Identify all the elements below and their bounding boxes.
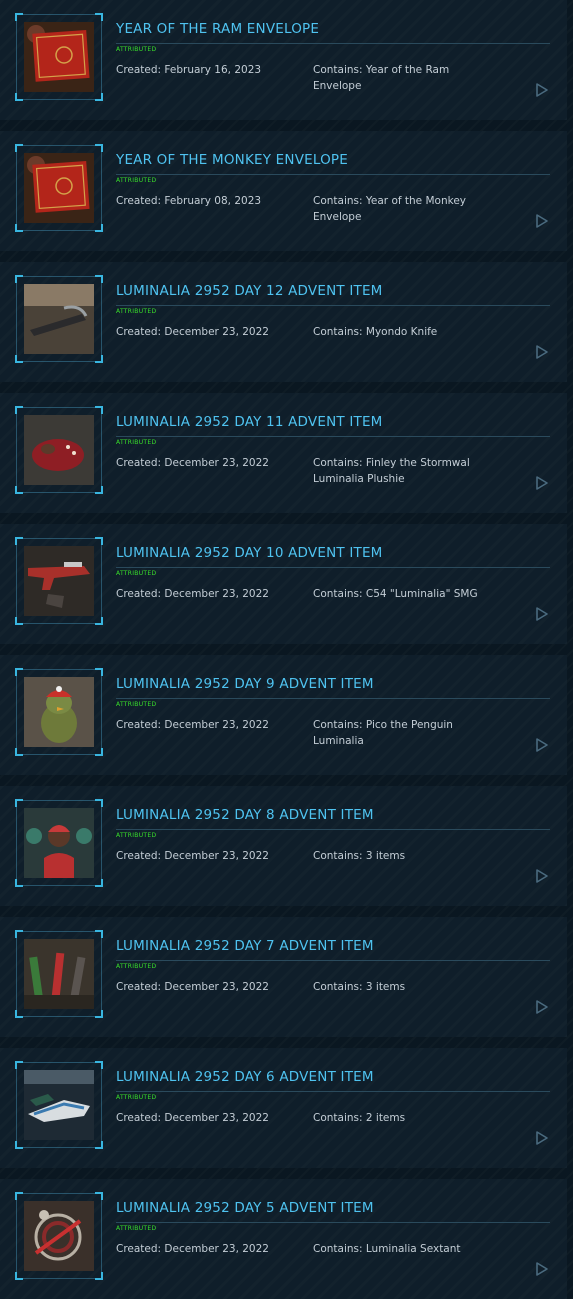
attributed-badge: ATTRIBUTED bbox=[116, 832, 157, 839]
item-thumbnail-frame[interactable] bbox=[15, 13, 103, 101]
created-date: Created: December 23, 2022 bbox=[116, 1112, 269, 1124]
red-envelope-thumbnail bbox=[24, 22, 94, 92]
title-divider bbox=[116, 1091, 550, 1092]
item-thumbnail-frame[interactable] bbox=[15, 144, 103, 232]
title-divider bbox=[116, 567, 550, 568]
item-title[interactable]: LUMINALIA 2952 DAY 5 ADVENT ITEM bbox=[116, 1200, 374, 1216]
contains-text: Contains: Finley the Stormwal Luminalia … bbox=[313, 457, 470, 485]
contains-text: Contains: Pico the Penguin Luminalia bbox=[313, 719, 453, 747]
title-divider bbox=[116, 698, 550, 699]
attributed-badge: ATTRIBUTED bbox=[116, 439, 157, 446]
smg-thumbnail bbox=[24, 546, 94, 616]
contains-text: Contains: 3 items bbox=[313, 981, 406, 993]
item-title[interactable]: LUMINALIA 2952 DAY 10 ADVENT ITEM bbox=[116, 545, 383, 561]
knife-thumbnail bbox=[24, 284, 94, 354]
created-date: Created: December 23, 2022 bbox=[116, 457, 269, 469]
title-divider bbox=[116, 305, 550, 306]
contains-text: Contains: Year of the Monkey Envelope bbox=[313, 195, 466, 223]
title-divider bbox=[116, 829, 550, 830]
contains-text: Contains: Myondo Knife bbox=[313, 326, 438, 338]
ship-thumbnail bbox=[24, 1070, 94, 1140]
attributed-badge: ATTRIBUTED bbox=[116, 1094, 157, 1101]
list-item[interactable]: LUMINALIA 2952 DAY 9 ADVENT ITEM ATTRIBU… bbox=[0, 655, 567, 775]
item-thumbnail-frame[interactable] bbox=[15, 537, 103, 625]
penguin-thumbnail bbox=[24, 677, 94, 747]
item-thumbnail-frame[interactable] bbox=[15, 799, 103, 887]
created-date: Created: December 23, 2022 bbox=[116, 719, 269, 731]
item-thumbnail-frame[interactable] bbox=[15, 930, 103, 1018]
created-date: Created: December 23, 2022 bbox=[116, 588, 269, 600]
attributed-badge: ATTRIBUTED bbox=[116, 963, 157, 970]
item-title[interactable]: LUMINALIA 2952 DAY 11 ADVENT ITEM bbox=[116, 414, 383, 430]
item-title[interactable]: LUMINALIA 2952 DAY 7 ADVENT ITEM bbox=[116, 938, 374, 954]
people-thumbnail bbox=[24, 808, 94, 878]
title-divider bbox=[116, 43, 550, 44]
play-triangle-icon[interactable] bbox=[535, 738, 549, 752]
list-item[interactable]: LUMINALIA 2952 DAY 7 ADVENT ITEM ATTRIBU… bbox=[0, 917, 567, 1037]
play-triangle-icon[interactable] bbox=[535, 1000, 549, 1014]
list-item[interactable]: LUMINALIA 2952 DAY 10 ADVENT ITEM ATTRIB… bbox=[0, 524, 567, 644]
item-title[interactable]: LUMINALIA 2952 DAY 9 ADVENT ITEM bbox=[116, 676, 374, 692]
attributed-badge: ATTRIBUTED bbox=[116, 177, 157, 184]
attributed-badge: ATTRIBUTED bbox=[116, 1225, 157, 1232]
created-date: Created: February 16, 2023 bbox=[116, 64, 262, 76]
list-item[interactable]: YEAR OF THE RAM ENVELOPE ATTRIBUTED Crea… bbox=[0, 0, 567, 120]
play-triangle-icon[interactable] bbox=[535, 1131, 549, 1145]
contains-text: Contains: 3 items bbox=[313, 850, 406, 862]
play-triangle-icon[interactable] bbox=[535, 83, 549, 97]
title-divider bbox=[116, 960, 550, 961]
contains-text: Contains: Year of the Ram Envelope bbox=[313, 64, 450, 92]
title-divider bbox=[116, 436, 550, 437]
list-item[interactable]: LUMINALIA 2952 DAY 8 ADVENT ITEM ATTRIBU… bbox=[0, 786, 567, 906]
attributed-badge: ATTRIBUTED bbox=[116, 570, 157, 577]
item-thumbnail-frame[interactable] bbox=[15, 275, 103, 363]
play-triangle-icon[interactable] bbox=[535, 869, 549, 883]
list-item[interactable]: LUMINALIA 2952 DAY 5 ADVENT ITEM ATTRIBU… bbox=[0, 1179, 567, 1299]
created-date: Created: December 23, 2022 bbox=[116, 1243, 269, 1255]
list-item[interactable]: LUMINALIA 2952 DAY 6 ADVENT ITEM ATTRIBU… bbox=[0, 1048, 567, 1168]
attributed-badge: ATTRIBUTED bbox=[116, 46, 157, 53]
created-date: Created: February 08, 2023 bbox=[116, 195, 262, 207]
contains-text: Contains: Luminalia Sextant bbox=[313, 1243, 461, 1255]
contains-text: Contains: C54 "Luminalia" SMG bbox=[313, 588, 478, 600]
created-date: Created: December 23, 2022 bbox=[116, 326, 269, 338]
list-item[interactable]: LUMINALIA 2952 DAY 12 ADVENT ITEM ATTRIB… bbox=[0, 262, 567, 382]
created-date: Created: December 23, 2022 bbox=[116, 850, 269, 862]
list-item[interactable]: YEAR OF THE MONKEY ENVELOPE ATTRIBUTED C… bbox=[0, 131, 567, 251]
play-triangle-icon[interactable] bbox=[535, 345, 549, 359]
play-triangle-icon[interactable] bbox=[535, 476, 549, 490]
attributed-badge: ATTRIBUTED bbox=[116, 701, 157, 708]
item-title[interactable]: YEAR OF THE RAM ENVELOPE bbox=[116, 21, 319, 37]
list-item[interactable]: LUMINALIA 2952 DAY 11 ADVENT ITEM ATTRIB… bbox=[0, 393, 567, 513]
contains-text: Contains: 2 items bbox=[313, 1112, 406, 1124]
red-envelope-thumbnail bbox=[24, 153, 94, 223]
play-triangle-icon[interactable] bbox=[535, 214, 549, 228]
item-title[interactable]: LUMINALIA 2952 DAY 6 ADVENT ITEM bbox=[116, 1069, 374, 1085]
item-thumbnail-frame[interactable] bbox=[15, 1192, 103, 1280]
attributed-badge: ATTRIBUTED bbox=[116, 308, 157, 315]
created-date: Created: December 23, 2022 bbox=[116, 981, 269, 993]
item-title[interactable]: YEAR OF THE MONKEY ENVELOPE bbox=[116, 152, 348, 168]
item-thumbnail-frame[interactable] bbox=[15, 406, 103, 494]
item-title[interactable]: LUMINALIA 2952 DAY 8 ADVENT ITEM bbox=[116, 807, 374, 823]
sextant-thumbnail bbox=[24, 1201, 94, 1271]
title-divider bbox=[116, 1222, 550, 1223]
item-thumbnail-frame[interactable] bbox=[15, 1061, 103, 1149]
plushie-thumbnail bbox=[24, 415, 94, 485]
weapons-thumbnail bbox=[24, 939, 94, 1009]
play-triangle-icon[interactable] bbox=[535, 607, 549, 621]
item-title[interactable]: LUMINALIA 2952 DAY 12 ADVENT ITEM bbox=[116, 283, 383, 299]
play-triangle-icon[interactable] bbox=[535, 1262, 549, 1276]
title-divider bbox=[116, 174, 550, 175]
item-thumbnail-frame[interactable] bbox=[15, 668, 103, 756]
